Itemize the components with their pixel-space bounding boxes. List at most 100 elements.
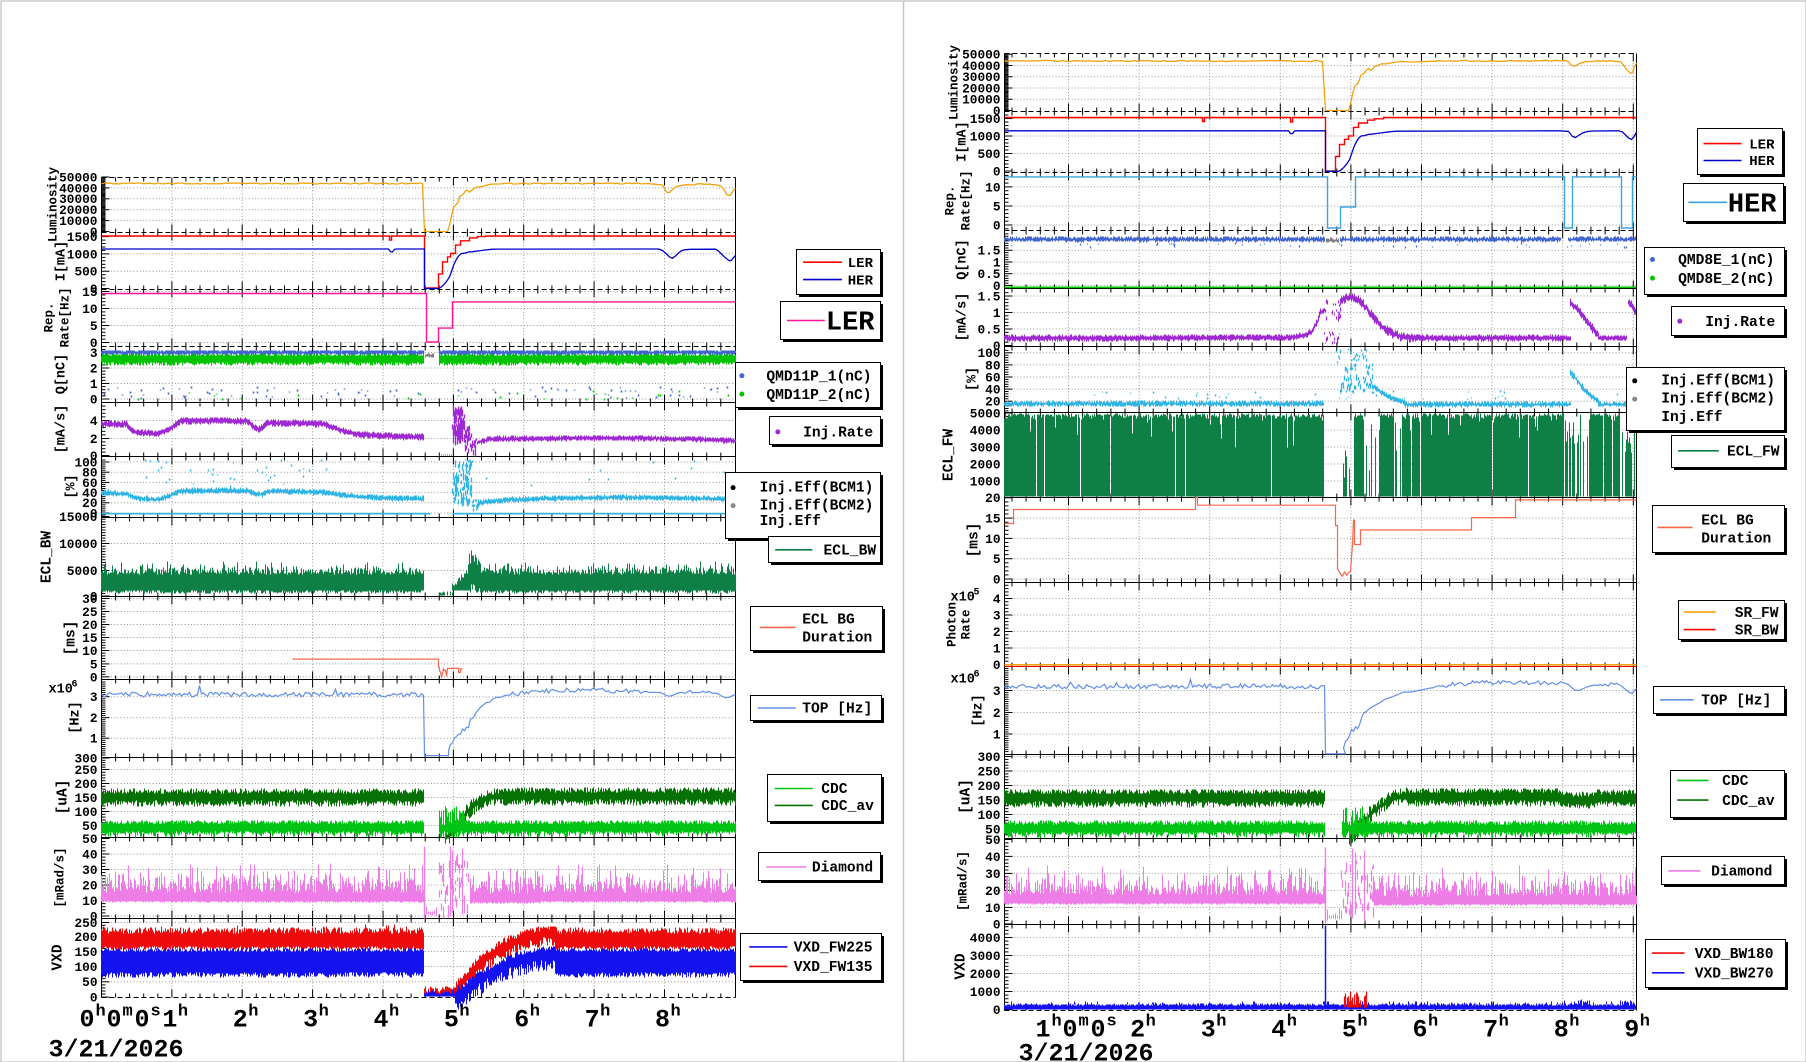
svg-text:6: 6 [974,670,980,681]
svg-text:500: 500 [977,147,1000,162]
svg-text:5000: 5000 [67,564,98,579]
svg-text:3/21/2026: 3/21/2026 [1019,1040,1154,1062]
svg-text:CDC: CDC [821,782,848,798]
svg-text:4000: 4000 [970,423,1001,438]
svg-text:100: 100 [977,808,1000,823]
svg-text:5000: 5000 [970,406,1001,421]
svg-text:VXD: VXD [51,944,67,970]
svg-text:1: 1 [162,1006,177,1035]
svg-text:3000: 3000 [970,440,1001,455]
svg-text:4: 4 [90,414,98,429]
svg-text:50: 50 [82,832,97,847]
svg-text:8: 8 [655,1006,670,1035]
svg-text:150: 150 [74,791,97,806]
svg-text:HER: HER [848,273,874,289]
svg-text:VXD_FW225: VXD_FW225 [794,941,873,957]
svg-text:SR_FW: SR_FW [1735,606,1779,622]
svg-text:8: 8 [1554,1016,1569,1045]
svg-text:2: 2 [993,625,1001,640]
svg-text:200: 200 [74,777,97,792]
svg-text:300: 300 [977,750,1000,765]
svg-text:Rep.: Rep. [944,185,958,215]
svg-text:QMD11P_2(nC): QMD11P_2(nC) [766,388,871,404]
svg-text:7: 7 [1483,1016,1498,1045]
svg-text:CDC_av: CDC_av [821,799,874,815]
svg-text:10: 10 [985,532,1000,547]
svg-text:1500: 1500 [67,230,98,245]
svg-text:30: 30 [82,863,97,878]
svg-text:1000: 1000 [970,129,1001,144]
svg-text:[ms]: [ms] [967,523,983,558]
svg-text:10000: 10000 [59,537,97,552]
svg-text:h: h [178,1003,188,1022]
svg-text:Inj.Eff(BCM1): Inj.Eff(BCM1) [1661,374,1775,390]
svg-text:1000: 1000 [970,474,1001,489]
svg-text:1: 1 [993,727,1001,742]
svg-text:h: h [319,1003,329,1022]
svg-text:s: s [151,1003,161,1022]
svg-text:40: 40 [82,847,97,862]
svg-text:Inj.Eff: Inj.Eff [760,514,821,530]
svg-text:0: 0 [80,1006,95,1035]
svg-text:15: 15 [82,285,98,300]
svg-text:QMD8E_2(nC): QMD8E_2(nC) [1678,272,1774,288]
svg-text:20: 20 [985,884,1000,899]
svg-text:LER: LER [1749,137,1775,153]
svg-text:HER: HER [1728,191,1777,221]
svg-text:1: 1 [90,377,98,392]
svg-text:0: 0 [90,392,98,407]
svg-text:TOP [Hz]: TOP [Hz] [1701,694,1771,710]
svg-text:3000: 3000 [970,949,1001,964]
svg-text:s: s [1107,1013,1117,1032]
svg-text:Q[nC]: Q[nC] [55,354,70,395]
svg-text:h: h [1499,1013,1509,1032]
svg-text:CDC_av: CDC_av [1722,794,1775,810]
svg-text:Rep.: Rep. [43,302,57,332]
svg-text:7: 7 [585,1006,600,1035]
svg-text:QMD8E_1(nC): QMD8E_1(nC) [1678,253,1774,269]
svg-text:2: 2 [90,361,98,376]
svg-text:0: 0 [107,1006,122,1035]
svg-text:30: 30 [985,867,1000,882]
svg-text:SR_BW: SR_BW [1735,623,1779,639]
svg-text:0: 0 [993,218,1001,233]
svg-text:I[mA]: I[mA] [956,121,971,162]
svg-text:50: 50 [985,833,1000,848]
svg-text:ECL BG: ECL BG [1701,514,1754,530]
svg-text:ECL_BW: ECL_BW [824,544,877,560]
svg-text:Inj.Rate: Inj.Rate [1705,315,1775,331]
svg-text:m: m [1079,1013,1089,1032]
svg-text:9: 9 [1624,1016,1639,1045]
svg-text:200: 200 [977,779,1000,794]
svg-text:Photon: Photon [946,602,960,647]
svg-text:h: h [671,1003,681,1022]
svg-text:LER: LER [848,256,874,272]
svg-text:[%]: [%] [65,474,80,498]
svg-text:h: h [248,1003,258,1022]
svg-text:2000: 2000 [970,967,1001,982]
svg-text:[ms]: [ms] [64,621,80,656]
svg-text:Inj.Rate: Inj.Rate [803,426,873,442]
svg-text:[mRad/s]: [mRad/s] [54,847,68,907]
svg-text:100: 100 [74,960,97,975]
svg-text:0.5: 0.5 [977,322,1000,337]
svg-text:Rate[Hz]: Rate[Hz] [59,287,73,347]
svg-text:1000: 1000 [970,985,1001,1000]
svg-text:h: h [1052,1013,1062,1032]
svg-text:2: 2 [90,432,98,447]
svg-text:h: h [389,1003,399,1022]
svg-text:[%]: [%] [966,367,981,391]
svg-text:250: 250 [74,763,97,778]
svg-text:VXD_BW270: VXD_BW270 [1695,967,1774,983]
svg-text:15000: 15000 [59,510,97,525]
svg-text:[Hz]: [Hz] [69,701,84,733]
svg-text:[Hz]: [Hz] [972,694,987,726]
svg-text:Duration: Duration [802,631,872,647]
svg-text:x10: x10 [951,591,975,606]
svg-text:4: 4 [1271,1016,1286,1045]
svg-text:Diamond: Diamond [1711,865,1772,881]
svg-text:h: h [1357,1013,1367,1032]
svg-text:TOP [Hz]: TOP [Hz] [802,702,872,718]
svg-text:Diamond: Diamond [812,861,873,877]
svg-text:1: 1 [90,732,98,747]
